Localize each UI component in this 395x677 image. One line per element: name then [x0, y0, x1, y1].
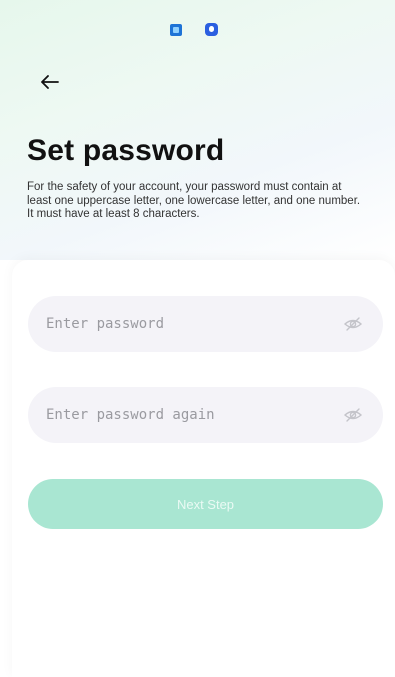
status-bar — [0, 0, 395, 44]
eye-off-icon[interactable] — [343, 314, 363, 334]
password-requirements-text: For the safety of your account, your pas… — [27, 181, 361, 220]
arrow-left-icon — [41, 75, 59, 89]
confirm-password-input[interactable] — [28, 387, 318, 443]
notification-shield-icon — [205, 23, 218, 36]
eye-off-icon[interactable] — [343, 405, 363, 425]
notification-app-icon — [170, 24, 182, 36]
password-input[interactable] — [28, 296, 318, 352]
back-button[interactable] — [36, 68, 64, 96]
page-title: Set password — [27, 134, 225, 167]
password-field[interactable] — [28, 296, 383, 352]
next-step-button[interactable]: Next Step — [28, 479, 383, 529]
confirm-password-field[interactable] — [28, 387, 383, 443]
